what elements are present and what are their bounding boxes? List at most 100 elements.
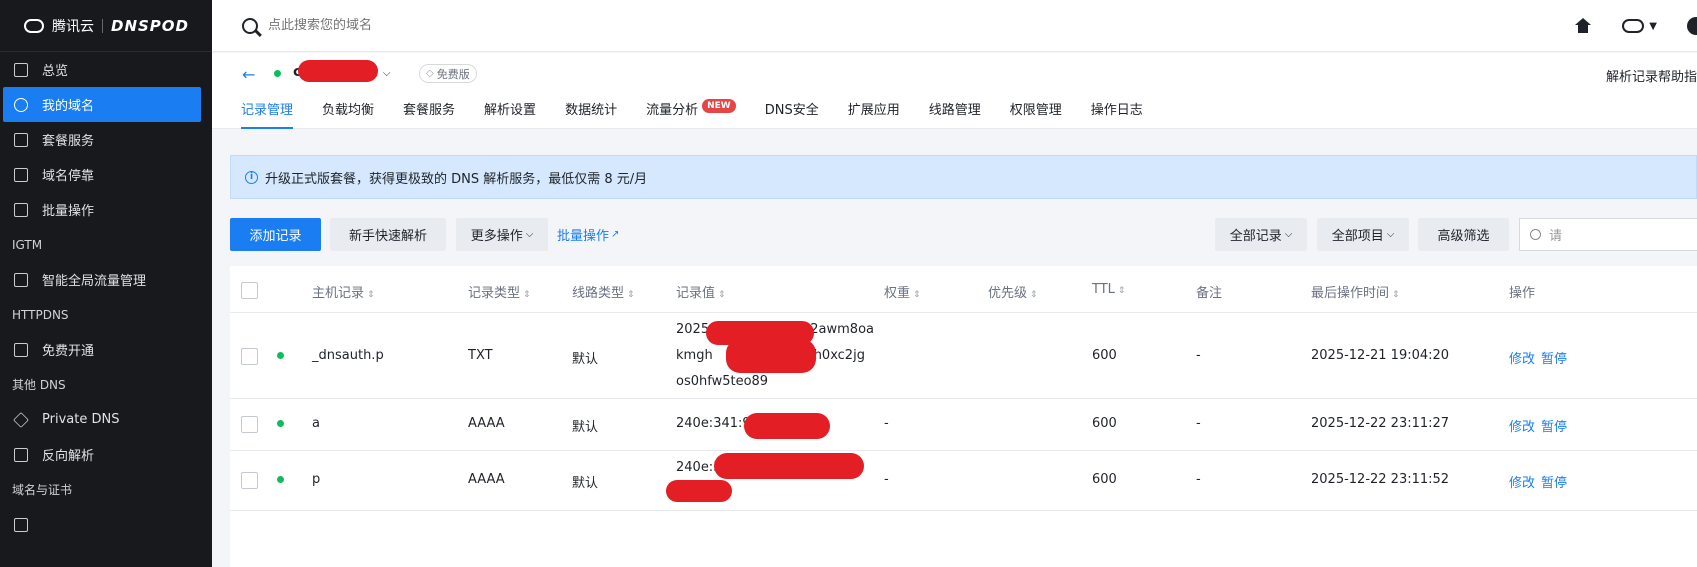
help-link[interactable]: 解析记录帮助指 — [1606, 66, 1697, 85]
sort-icon: ⇕ — [1392, 290, 1400, 300]
edit-record-link[interactable]: 修改 — [1509, 348, 1535, 367]
list-icon — [14, 517, 28, 532]
sidebar-item-label: 总览 — [42, 64, 69, 79]
tencent-cloud-logo-icon — [24, 18, 44, 33]
header-updated[interactable]: 最后操作时间 ⇕ — [1311, 282, 1400, 301]
pause-record-link[interactable]: 暂停 — [1541, 416, 1567, 435]
back-arrow-icon[interactable]: ← — [242, 65, 255, 84]
sidebar-item-label: 域名停靠 — [42, 169, 95, 184]
more-actions-button[interactable]: 更多操作 ⌵ — [456, 218, 548, 251]
sidebar-item-overview[interactable]: 总览 — [0, 52, 212, 87]
cell-remark: - — [1196, 348, 1201, 363]
row-checkbox[interactable] — [241, 472, 258, 489]
header-ttl[interactable]: TTL ⇕ — [1092, 282, 1125, 297]
sidebar-item-packages[interactable]: 套餐服务 — [0, 122, 212, 157]
pause-record-link[interactable]: 暂停 — [1541, 472, 1567, 491]
sidebar-item-label: 我的域名 — [42, 99, 95, 114]
sort-icon: ⇕ — [627, 290, 635, 300]
header-weight[interactable]: 权重 ⇕ — [884, 282, 921, 301]
all-records-label: 全部记录 — [1229, 229, 1282, 244]
edit-record-link[interactable]: 修改 — [1509, 416, 1535, 435]
header-value[interactable]: 记录值 ⇕ — [676, 282, 726, 301]
sidebar-item-reverse-dns[interactable]: 反向解析 — [0, 437, 212, 472]
chart-icon — [14, 342, 28, 357]
add-record-button[interactable]: 添加记录 — [230, 218, 321, 251]
header-label: 记录类型 — [468, 286, 521, 301]
avatar[interactable] — [1687, 17, 1697, 35]
header-type[interactable]: 记录类型 ⇕ — [468, 282, 531, 301]
sidebar-item-label: 免费开通 — [42, 344, 95, 359]
quick-setup-button[interactable]: 新手快速解析 — [330, 218, 446, 251]
logo[interactable]: 腾讯云 DNSPOD — [0, 0, 212, 52]
header-priority[interactable]: 优先级 ⇕ — [988, 282, 1038, 301]
new-badge: NEW — [702, 99, 736, 113]
tab-load-balance[interactable]: 负载均衡 — [322, 99, 374, 129]
row-checkbox[interactable] — [241, 348, 258, 365]
sort-icon: ⇕ — [913, 290, 921, 300]
batch-operation-link[interactable]: 批量操作 ↗ — [557, 218, 619, 251]
tab-packages[interactable]: 套餐服务 — [403, 99, 455, 129]
header-actions: 操作 — [1509, 286, 1536, 301]
edit-record-link[interactable]: 修改 — [1509, 472, 1535, 491]
all-projects-filter[interactable]: 全部项目 ⌵ — [1317, 218, 1409, 251]
home-icon[interactable] — [1574, 18, 1592, 34]
tab-dns-security[interactable]: DNS安全 — [765, 99, 819, 129]
logo-divider — [102, 18, 103, 33]
header-label: 主机记录 — [312, 286, 365, 301]
tab-operation-log[interactable]: 操作日志 — [1091, 99, 1143, 129]
cell-weight: - — [884, 416, 889, 431]
sidebar-item-my-domains[interactable]: 我的域名 — [3, 87, 201, 122]
sidebar-item-label: 智能全局流量管理 — [42, 274, 147, 289]
sidebar-item-free-activate[interactable]: 免费开通 — [0, 332, 212, 367]
upgrade-notice: i 升级正式版套餐，获得更极致的 DNS 解析服务，最低仅需 8 元/月 — [230, 155, 1697, 199]
sort-icon: ⇕ — [367, 290, 375, 300]
record-status-dot — [277, 476, 284, 483]
sidebar-item-private-dns[interactable]: Private DNS — [0, 402, 212, 437]
select-all-checkbox[interactable] — [241, 282, 258, 299]
table-header: 主机记录 ⇕ 记录类型 ⇕ 线路类型 ⇕ 记录值 ⇕ 权重 ⇕ 优先级 ⇕ TTL ⇕ 备注 … — [230, 266, 1697, 313]
row-checkbox[interactable] — [241, 416, 258, 433]
all-records-filter[interactable]: 全部记录 ⌵ — [1215, 218, 1307, 251]
header-host[interactable]: 主机记录 ⇕ — [312, 282, 375, 301]
records-table: 主机记录 ⇕ 记录类型 ⇕ 线路类型 ⇕ 记录值 ⇕ 权重 ⇕ 优先级 ⇕ TTL ⇕ 备注 … — [230, 266, 1697, 567]
sidebar-group-domain-cert: 域名与证书 — [12, 483, 73, 497]
search-icon — [1530, 229, 1541, 240]
cell-host: _dnsauth.p — [312, 348, 384, 363]
cell-updated: 2025-12-22 23:11:27 — [1311, 416, 1450, 431]
domain-status-dot — [274, 70, 281, 77]
tab-records[interactable]: 记录管理 — [241, 99, 294, 129]
chevron-down-icon: ⌵ — [1386, 229, 1395, 240]
tab-permissions[interactable]: 权限管理 — [1010, 99, 1062, 129]
cell-type: AAAA — [468, 472, 505, 487]
tab-resolve-settings[interactable]: 解析设置 — [484, 99, 536, 129]
header-line[interactable]: 线路类型 ⇕ — [572, 282, 635, 301]
sidebar-group-httpdns: HTTPDNS — [12, 307, 69, 322]
search-icon[interactable] — [242, 17, 258, 34]
table-row: _dnsauth.p TXT 默认 2025 3w5e2awm8oa kmgh h0… — [230, 313, 1697, 399]
record-status-dot — [277, 420, 284, 427]
sidebar-group-other-dns: 其他 DNS — [12, 378, 66, 392]
sidebar-item-global-traffic[interactable]: 智能全局流量管理 — [0, 262, 212, 297]
pause-record-link[interactable]: 暂停 — [1541, 348, 1567, 367]
cloud-icon — [1622, 19, 1645, 33]
tab-statistics[interactable]: 数据统计 — [565, 99, 617, 129]
advanced-filter-button[interactable]: 高级筛选 — [1418, 218, 1509, 251]
sidebar-item-domain-parking[interactable]: 域名停靠 — [0, 157, 212, 192]
sidebar-item-batch[interactable]: 批量操作 — [0, 192, 212, 227]
cell-host: p — [312, 472, 321, 487]
cell-weight: - — [884, 472, 889, 487]
chevron-down-icon: ⌵ — [1284, 229, 1293, 240]
tab-extensions[interactable]: 扩展应用 — [848, 99, 900, 129]
tab-label: 流量分析 — [646, 103, 699, 118]
cell-line: 默认 — [572, 476, 599, 491]
cell-line: 默认 — [572, 352, 599, 367]
record-search-input[interactable]: 请 — [1519, 218, 1697, 251]
package-icon — [14, 132, 28, 147]
sidebar-item-partial[interactable] — [0, 507, 212, 542]
domain-search-input[interactable] — [268, 18, 568, 33]
cloud-menu[interactable]: ▼ — [1622, 19, 1657, 33]
table-row: a AAAA 默认 240e:341:9b - 600 - 2025-12-22… — [230, 399, 1697, 451]
tab-traffic-analysis[interactable]: 流量分析 NEW — [646, 99, 736, 129]
tab-line-management[interactable]: 线路管理 — [929, 99, 981, 129]
sidebar: 腾讯云 DNSPOD 总览 我的域名 套餐服务 域名停靠 批量操作 IGTM 智… — [0, 0, 212, 567]
